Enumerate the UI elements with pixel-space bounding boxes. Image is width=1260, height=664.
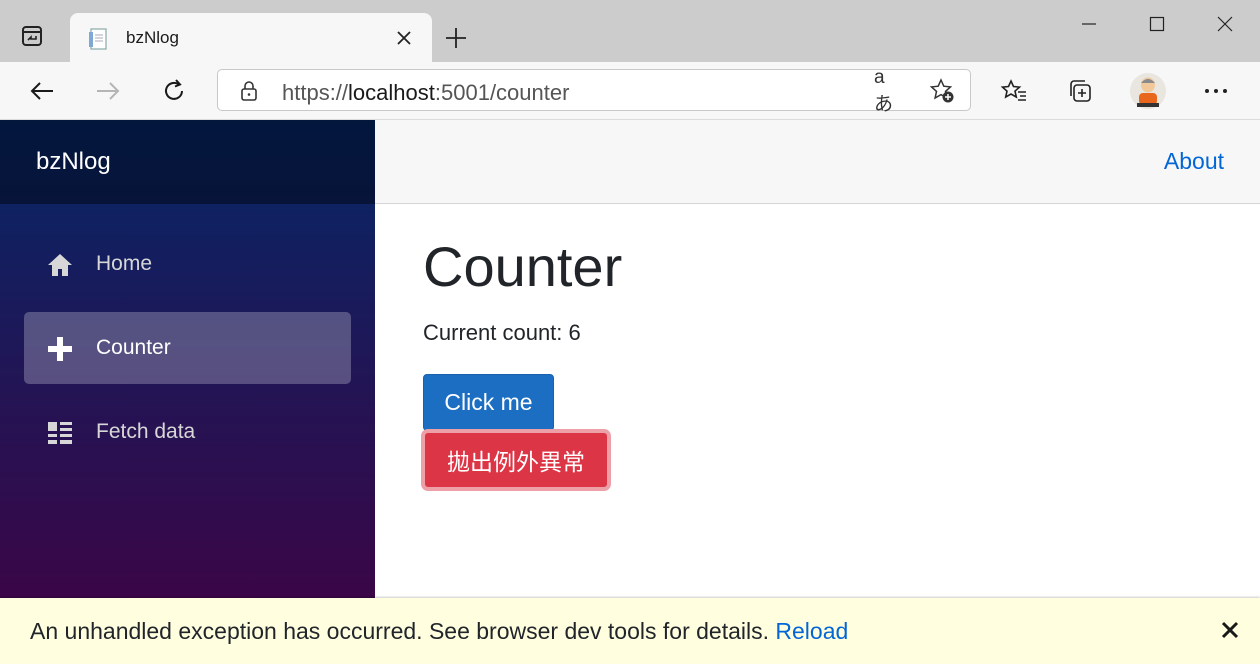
- tab-title: bzNlog: [126, 28, 179, 47]
- maximize-icon: [1149, 16, 1165, 32]
- page-title: Counter: [423, 235, 623, 298]
- home-icon: [46, 251, 74, 279]
- close-icon: [1221, 621, 1239, 639]
- sidebar-item-counter[interactable]: Counter: [24, 312, 351, 384]
- url-path: :5001/counter: [434, 80, 570, 105]
- read-aloud-icon[interactable]: aあ: [874, 67, 902, 115]
- list-icon: [46, 419, 74, 447]
- minimize-button[interactable]: [1066, 6, 1112, 42]
- close-window-button[interactable]: [1202, 6, 1248, 42]
- more-button[interactable]: [1196, 71, 1236, 111]
- error-banner: An unhandled exception has occurred. See…: [0, 598, 1260, 664]
- brand-link[interactable]: bzNlog: [36, 148, 111, 176]
- sidebar-item-fetch-data[interactable]: Fetch data: [24, 396, 351, 468]
- arrow-right-icon: [97, 82, 120, 100]
- page-icon: [86, 26, 112, 52]
- arrow-left-icon: [30, 82, 53, 100]
- top-row: About: [375, 120, 1260, 204]
- error-message: An unhandled exception has occurred. See…: [30, 618, 848, 645]
- minimize-icon: [1082, 23, 1096, 25]
- sidebar-item-label: Home: [96, 252, 153, 275]
- url-host: localhost: [348, 80, 435, 105]
- collections-button[interactable]: [1060, 71, 1100, 111]
- profile-button[interactable]: [1128, 71, 1168, 111]
- favorites-icon: [1000, 79, 1026, 101]
- brand-bar: bzNlog: [0, 120, 375, 204]
- error-text: An unhandled exception has occurred. See…: [30, 618, 769, 644]
- refresh-icon: [165, 79, 183, 100]
- main-content: Counter Current count: 6 Click me 拋出例外異常: [375, 204, 1260, 598]
- collections-icon: [1070, 80, 1091, 102]
- plus-icon: [446, 28, 466, 48]
- close-icon[interactable]: [392, 26, 416, 50]
- star-add-icon[interactable]: [928, 78, 956, 104]
- url-text[interactable]: https://localhost:5001/counter: [282, 80, 569, 106]
- refresh-button[interactable]: [154, 71, 194, 111]
- new-tab-button[interactable]: [440, 22, 472, 54]
- back-button[interactable]: [22, 71, 62, 111]
- more-icon: [1205, 89, 1227, 93]
- sidebar: bzNlog Home Counter Fetch data: [0, 120, 375, 598]
- avatar: [1130, 73, 1166, 109]
- tab-actions-icon[interactable]: [12, 16, 52, 56]
- throw-exception-button[interactable]: 拋出例外異常: [421, 429, 611, 491]
- click-me-button[interactable]: Click me: [423, 374, 554, 431]
- address-bar[interactable]: https://localhost:5001/counter aあ: [217, 67, 971, 115]
- favorites-button[interactable]: [994, 71, 1034, 111]
- browser-toolbar: https://localhost:5001/counter aあ: [0, 62, 1260, 120]
- current-count: Current count: 6: [423, 320, 581, 345]
- plus-icon: [46, 335, 74, 363]
- browser-titlebar: bzNlog: [0, 0, 1260, 62]
- browser-tab[interactable]: bzNlog: [70, 13, 432, 62]
- url-scheme: https://: [282, 80, 349, 105]
- forward-button[interactable]: [88, 71, 128, 111]
- about-link[interactable]: About: [1164, 148, 1224, 175]
- close-icon: [1217, 16, 1233, 32]
- reload-link[interactable]: Reload: [775, 618, 848, 644]
- dismiss-button[interactable]: [1216, 616, 1244, 644]
- sidebar-item-label: Fetch data: [96, 420, 196, 443]
- sidebar-item-home[interactable]: Home: [24, 228, 351, 300]
- sidebar-item-label: Counter: [96, 336, 171, 359]
- maximize-button[interactable]: [1134, 6, 1180, 42]
- lock-icon[interactable]: [238, 80, 260, 102]
